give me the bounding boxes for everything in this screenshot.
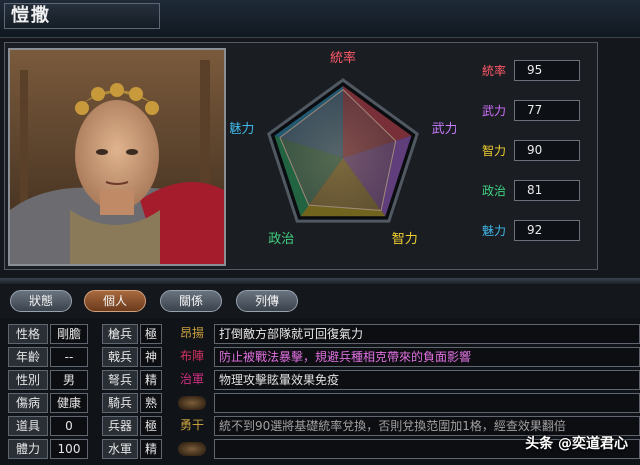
stat-value: 90: [514, 140, 580, 161]
stat-value: 92: [514, 220, 580, 241]
officer-portrait: [8, 48, 226, 266]
stat-label: 魅力: [481, 224, 506, 238]
skill-desc: 防止被戰法暴擊，規避兵種相克帶來的負面影響: [214, 347, 640, 367]
watermark: 头条 @奕道君心: [525, 436, 628, 452]
stat-label: 統率: [481, 64, 506, 78]
info-label: 傷病: [8, 393, 48, 413]
aptitude-value: 熟: [140, 393, 162, 413]
info-value: 健康: [50, 393, 88, 413]
aptitude-value: 神: [140, 347, 162, 367]
info-value: 0: [50, 416, 88, 436]
info-label: 性別: [8, 370, 48, 390]
aptitude-value: 精: [140, 370, 162, 390]
skill-name: 治軍: [179, 372, 204, 386]
stat-value: 95: [514, 60, 580, 81]
stat-label: 政治: [481, 184, 506, 198]
info-value: 男: [50, 370, 88, 390]
stat-value: 81: [514, 180, 580, 201]
stat-row-meili: 魅力 92: [468, 220, 588, 242]
empty-skill-slot: [178, 442, 206, 456]
officer-name: 愷撒: [4, 3, 160, 29]
info-row: 性別 男 弩兵 精 治軍 物理攻擊眩暈效果免疫: [0, 369, 640, 391]
skill-desc: 物理攻擊眩暈效果免疫: [214, 370, 640, 390]
tab-relations[interactable]: 關係: [160, 290, 222, 312]
skill-name: 昂揚: [179, 326, 204, 340]
aptitude-label: 槍兵: [102, 324, 138, 344]
info-label: 體力: [8, 439, 48, 459]
aptitude-label: 騎兵: [102, 393, 138, 413]
stat-row-tongshuai: 統率 95: [468, 60, 588, 82]
info-label: 年齡: [8, 347, 48, 367]
aptitude-label: 弩兵: [102, 370, 138, 390]
stat-value: 77: [514, 100, 580, 121]
aptitude-label: 戟兵: [102, 347, 138, 367]
aptitude-label: 兵器: [102, 416, 138, 436]
stat-row-zhengzhi: 政治 81: [468, 180, 588, 202]
aptitude-value: 精: [140, 439, 162, 459]
radar-axis-label: 政治: [268, 232, 294, 247]
radar-axis-label: 統率: [330, 50, 356, 66]
skill-desc: [214, 393, 640, 413]
skill-desc: 打倒敵方部隊就可回復氣力: [214, 324, 640, 344]
portrait-image: [10, 50, 224, 264]
stat-label: 智力: [481, 144, 506, 158]
aptitude-label: 水軍: [102, 439, 138, 459]
info-row: 傷病 健康 騎兵 熟: [0, 392, 640, 414]
info-label: 性格: [8, 324, 48, 344]
section-divider: [0, 278, 640, 284]
info-row: 性格 剛膽 槍兵 極 昂揚 打倒敵方部隊就可回復氣力: [0, 323, 640, 345]
info-value: --: [50, 347, 88, 367]
tab-status[interactable]: 狀態: [10, 290, 72, 312]
radar-axis-label: 魅力: [230, 122, 254, 137]
info-value: 100: [50, 439, 88, 459]
aptitude-value: 極: [140, 324, 162, 344]
radar-axis-label: 武力: [432, 122, 456, 137]
skill-name: 勇干: [179, 418, 204, 432]
info-value: 剛膽: [50, 324, 88, 344]
info-label: 道具: [8, 416, 48, 436]
info-row: 年齡 -- 戟兵 神 布陣 防止被戰法暴擊，規避兵種相克帶來的負面影響: [0, 346, 640, 368]
radar-axis-label: 智力: [392, 232, 418, 247]
stat-row-zhili: 智力 90: [468, 140, 588, 162]
stat-label: 武力: [481, 104, 506, 118]
tab-bar: 狀態 個人 關係 列傳: [0, 290, 640, 314]
stat-row-wuli: 武力 77: [468, 100, 588, 122]
stat-radar-chart: 統率武力智力 政治 魅力: [230, 48, 456, 266]
tab-personal[interactable]: 個人: [84, 290, 146, 312]
skill-name: 布陣: [179, 349, 204, 363]
tab-biography[interactable]: 列傳: [236, 290, 298, 312]
empty-skill-slot: [178, 396, 206, 410]
aptitude-value: 極: [140, 416, 162, 436]
